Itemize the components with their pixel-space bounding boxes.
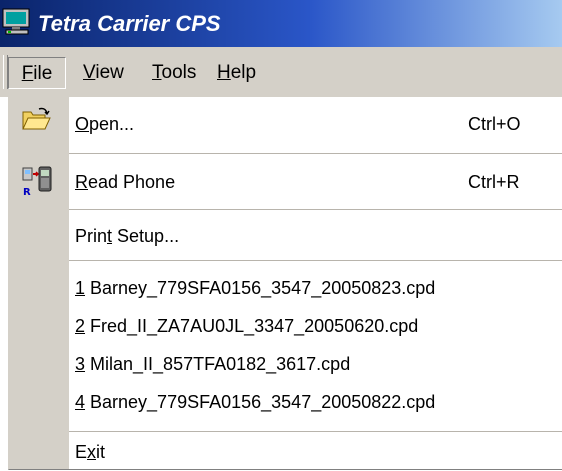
recent-file-accelerator: 1 (75, 278, 86, 298)
menu-separator (69, 153, 562, 154)
menu-icon-gutter (9, 97, 69, 469)
menu-separator (69, 260, 562, 261)
menu-help[interactable]: Help (217, 57, 256, 89)
phone-read-icon: R (22, 166, 52, 198)
exit-accelerator: x (87, 442, 97, 462)
menu-file-accelerator: F (21, 63, 34, 84)
menu-view[interactable]: View (83, 57, 124, 89)
title-bar[interactable]: Tetra Carrier CPS (0, 0, 562, 47)
recent-file-accelerator: 3 (75, 354, 86, 374)
menu-help-accelerator: H (217, 62, 231, 83)
read-phone-accelerator: R (75, 172, 88, 192)
menu-file[interactable]: File (8, 57, 66, 89)
open-accelerator: O (75, 114, 90, 134)
recent-file-item[interactable]: 2 Fred_II_ZA7AU0JL_3347_20050620.cpd (75, 307, 418, 345)
menu-separator (69, 431, 562, 432)
menu-item-open[interactable]: Open... (75, 105, 134, 143)
open-shortcut: Ctrl+O (468, 114, 521, 134)
menu-item-read-phone[interactable]: Read Phone (75, 163, 175, 201)
menu-item-print-setup[interactable]: Print Setup... (75, 217, 179, 255)
menu-tools[interactable]: Tools (152, 57, 196, 89)
recent-file-item[interactable]: 3 Milan_II_857TFA0182_3617.cpd (75, 345, 350, 383)
window-title: Tetra Carrier CPS (38, 11, 221, 36)
read-phone-shortcut: Ctrl+R (468, 172, 520, 192)
svg-text:R: R (23, 187, 31, 198)
monitor-icon (2, 8, 30, 35)
folder-open-icon (22, 107, 51, 130)
recent-file-item[interactable]: 1 Barney_779SFA0156_3547_20050823.cpd (75, 269, 435, 307)
file-menu-dropdown: Open... Ctrl+O R Read Phone Ctrl+R Print… (8, 97, 562, 470)
recent-file-item[interactable]: 4 Barney_779SFA0156_3547_20050822.cpd (75, 383, 435, 421)
recent-file-accelerator: 4 (75, 392, 86, 412)
menu-bar: File View Tools Help (0, 47, 562, 97)
menu-item-exit[interactable]: Exit (75, 433, 105, 471)
menu-view-accelerator: V (83, 62, 96, 83)
menu-separator (69, 209, 562, 210)
recent-file-accelerator: 2 (75, 316, 86, 336)
menu-tools-accelerator: T (152, 62, 162, 83)
